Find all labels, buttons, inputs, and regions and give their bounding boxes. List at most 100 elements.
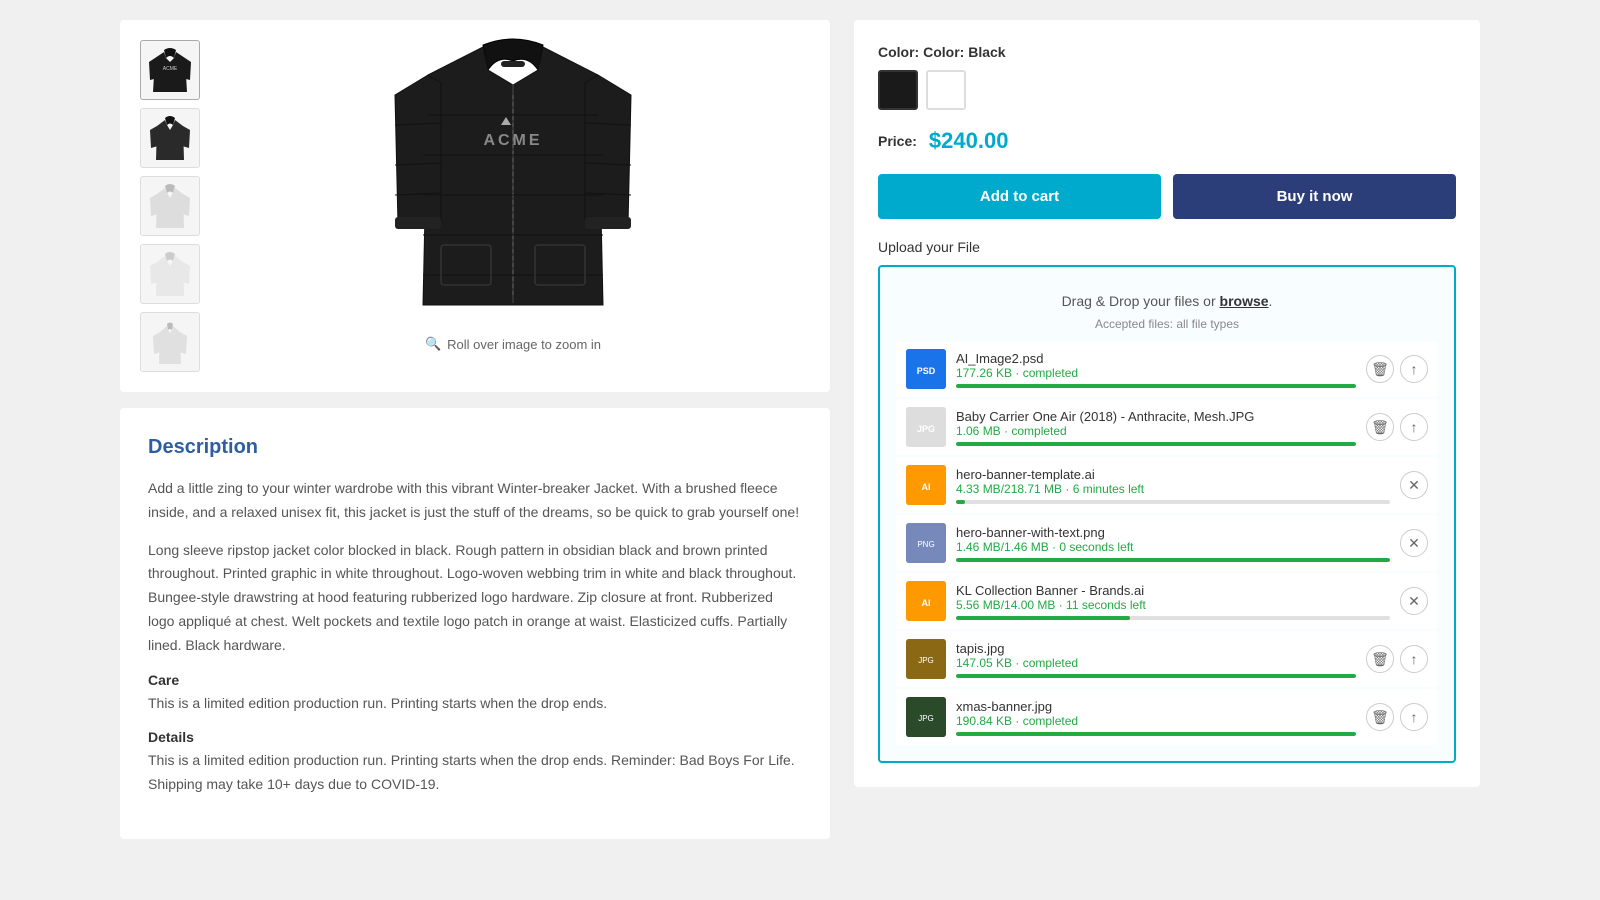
color-label: Color: Color: Black — [878, 44, 1456, 60]
right-panel: Color: Color: Black Price: $240.00 Add t… — [854, 20, 1480, 839]
file-info: AI_Image2.psd177.26 KB · completed — [956, 351, 1356, 388]
file-item: AI KL Collection Banner - Brands.ai5.56 … — [896, 573, 1438, 629]
color-swatch-black[interactable] — [878, 70, 918, 110]
file-delete-button[interactable]: 🗑 — [1366, 413, 1394, 441]
file-upload-button[interactable]: ↑ — [1400, 355, 1428, 383]
main-image-container: ACME — [216, 40, 810, 372]
file-name: hero-banner-with-text.png — [956, 525, 1390, 540]
file-actions: 🗑↑ — [1366, 413, 1428, 441]
file-actions: ✕ — [1400, 529, 1428, 557]
price-value: $240.00 — [929, 128, 1009, 154]
file-status: 4.33 MB/218.71 MB · 6 minutes left — [956, 482, 1390, 496]
color-value: Color: — [923, 44, 964, 60]
file-status: 1.06 MB · completed — [956, 424, 1356, 438]
progress-fill — [956, 558, 1390, 562]
file-item: JPG tapis.jpg147.05 KB · completed 🗑↑ — [896, 631, 1438, 687]
details-text: This is a limited edition production run… — [148, 749, 802, 797]
thumbnail-5[interactable] — [140, 312, 200, 372]
svg-text:PNG: PNG — [917, 540, 934, 549]
progress-fill — [956, 732, 1356, 736]
buttons-row: Add to cart Buy it now — [878, 174, 1456, 219]
thumbnail-3[interactable] — [140, 176, 200, 236]
file-name: hero-banner-template.ai — [956, 467, 1390, 482]
file-thumb: AI — [906, 465, 946, 505]
color-swatch-white[interactable] — [926, 70, 966, 110]
file-item: JPG xmas-banner.jpg190.84 KB · completed… — [896, 689, 1438, 745]
price-label: Price: — [878, 133, 917, 149]
file-status: 147.05 KB · completed — [956, 656, 1356, 670]
file-upload-button[interactable]: ↑ — [1400, 703, 1428, 731]
file-delete-button[interactable]: 🗑 — [1366, 355, 1394, 383]
file-delete-button[interactable]: 🗑 — [1366, 703, 1394, 731]
file-thumb: JPG — [906, 697, 946, 737]
description-para2: Long sleeve ripstop jacket color blocked… — [148, 539, 802, 658]
details-label: Details — [148, 729, 802, 745]
buy-it-now-button[interactable]: Buy it now — [1173, 174, 1456, 219]
progress-bar — [956, 732, 1356, 736]
dropzone-header: Drag & Drop your files or browse. — [896, 283, 1438, 317]
thumbnail-4[interactable] — [140, 244, 200, 304]
file-close-button[interactable]: ✕ — [1400, 587, 1428, 615]
file-thumb: JPG — [906, 639, 946, 679]
dropzone-accepted: Accepted files: all file types — [896, 317, 1438, 331]
progress-bar — [956, 616, 1390, 620]
file-actions: 🗑↑ — [1366, 355, 1428, 383]
file-close-button[interactable]: ✕ — [1400, 471, 1428, 499]
file-status: 177.26 KB · completed — [956, 366, 1356, 380]
dropzone-text: Drag & Drop your files or — [1062, 293, 1216, 309]
color-swatches — [878, 70, 1456, 110]
description-card: Description Add a little zing to your wi… — [120, 408, 830, 839]
progress-fill — [956, 616, 1130, 620]
progress-fill — [956, 442, 1356, 446]
file-upload-button[interactable]: ↑ — [1400, 413, 1428, 441]
file-info: hero-banner-template.ai4.33 MB/218.71 MB… — [956, 467, 1390, 504]
file-thumb: PNG — [906, 523, 946, 563]
file-status: 5.56 MB/14.00 MB · 11 seconds left — [956, 598, 1390, 612]
file-status: 190.84 KB · completed — [956, 714, 1356, 728]
file-name: xmas-banner.jpg — [956, 699, 1356, 714]
upload-dropzone[interactable]: Drag & Drop your files or browse. Accept… — [878, 265, 1456, 763]
file-name: KL Collection Banner - Brands.ai — [956, 583, 1390, 598]
dropzone-period: . — [1269, 293, 1273, 309]
zoom-text: Roll over image to zoom in — [447, 337, 601, 352]
description-para1: Add a little zing to your winter wardrob… — [148, 477, 802, 525]
file-info: KL Collection Banner - Brands.ai5.56 MB/… — [956, 583, 1390, 620]
upload-section-label: Upload your File — [878, 239, 1456, 255]
description-title: Description — [148, 436, 802, 459]
price-row: Price: $240.00 — [878, 128, 1456, 154]
file-delete-button[interactable]: 🗑 — [1366, 645, 1394, 673]
progress-bar — [956, 500, 1390, 504]
main-product-image: ACME — [353, 40, 673, 320]
product-options-card: Color: Color: Black Price: $240.00 Add t… — [854, 20, 1480, 787]
svg-text:ACME: ACME — [483, 132, 542, 149]
progress-fill — [956, 674, 1356, 678]
file-name: AI_Image2.psd — [956, 351, 1356, 366]
browse-link[interactable]: browse — [1220, 293, 1269, 309]
file-list: PSD AI_Image2.psd177.26 KB · completed🗑↑… — [896, 341, 1438, 745]
add-to-cart-button[interactable]: Add to cart — [878, 174, 1161, 219]
progress-bar — [956, 558, 1390, 562]
file-actions: ✕ — [1400, 471, 1428, 499]
thumbnail-2[interactable] — [140, 108, 200, 168]
product-images-card: ACME — [120, 20, 830, 392]
file-upload-button[interactable]: ↑ — [1400, 645, 1428, 673]
left-panel: ACME — [120, 20, 830, 839]
progress-bar — [956, 674, 1356, 678]
file-close-button[interactable]: ✕ — [1400, 529, 1428, 557]
file-info: Baby Carrier One Air (2018) - Anthracite… — [956, 409, 1356, 446]
file-info: xmas-banner.jpg190.84 KB · completed — [956, 699, 1356, 736]
zoom-icon: 🔍 — [425, 336, 441, 352]
progress-bar — [956, 384, 1356, 388]
zoom-hint: 🔍 Roll over image to zoom in — [425, 336, 601, 352]
svg-text:JPG: JPG — [917, 424, 935, 434]
svg-text:AI: AI — [922, 598, 931, 608]
file-info: tapis.jpg147.05 KB · completed — [956, 641, 1356, 678]
svg-text:JPG: JPG — [918, 656, 934, 665]
file-item: JPG Baby Carrier One Air (2018) - Anthra… — [896, 399, 1438, 455]
thumbnail-1[interactable]: ACME — [140, 40, 200, 100]
color-label-text: Color: — [878, 44, 923, 60]
care-text: This is a limited edition production run… — [148, 692, 802, 716]
file-name: tapis.jpg — [956, 641, 1356, 656]
thumbnail-list: ACME — [140, 40, 200, 372]
svg-text:JPG: JPG — [918, 714, 934, 723]
